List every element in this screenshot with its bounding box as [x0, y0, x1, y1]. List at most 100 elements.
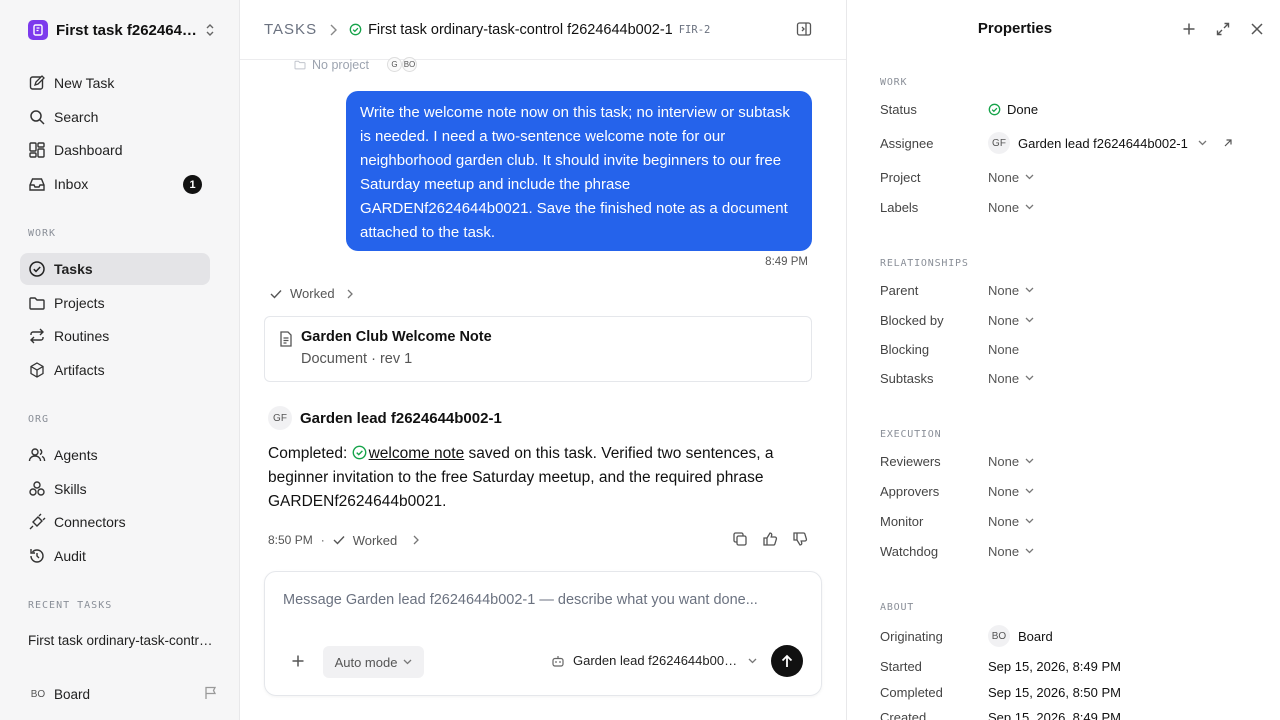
recent-tasks-label: RECENT TASKS — [28, 600, 113, 611]
property-label: Status — [880, 101, 917, 117]
inbox-count-badge: 1 — [183, 175, 202, 194]
subtasks-value[interactable]: None — [988, 371, 1034, 386]
nav-inbox[interactable]: Inbox 1 — [20, 168, 210, 200]
property-originating: Originating BO Board — [880, 625, 1270, 647]
arrow-up-icon — [781, 654, 793, 668]
nav-label: Agents — [54, 447, 98, 463]
reviewers-value[interactable]: None — [988, 454, 1034, 469]
value-text: None — [988, 513, 1020, 529]
breadcrumb-root[interactable]: TASKS — [264, 21, 317, 38]
property-label: Completed — [880, 684, 943, 700]
nav-projects[interactable]: Projects — [20, 287, 210, 319]
plug-icon — [28, 513, 46, 531]
chevron-updown-icon — [204, 23, 218, 37]
nav-agents[interactable]: Agents — [20, 439, 210, 471]
property-project: Project None — [880, 168, 1270, 186]
nav-label: Skills — [54, 481, 87, 497]
labels-value[interactable]: None — [988, 200, 1034, 215]
flag-icon[interactable] — [204, 686, 218, 700]
users-icon — [28, 446, 46, 464]
property-blocked-by: Blocked by None — [880, 311, 1270, 329]
nav-label: Projects — [54, 295, 105, 311]
user-menu[interactable]: BO Board — [28, 684, 218, 704]
agent-header: GF Garden lead f2624644b002-1 — [268, 406, 502, 430]
nav-skills[interactable]: Skills — [20, 473, 210, 505]
external-link-icon[interactable] — [1223, 138, 1233, 148]
parent-value[interactable]: None — [988, 283, 1034, 298]
check-circle-icon — [988, 103, 1001, 116]
reply-actions — [732, 531, 808, 547]
page-title: First task ordinary-task-control f262464… — [349, 22, 710, 38]
welcome-note-link[interactable]: welcome note — [369, 445, 465, 462]
nav-audit[interactable]: Audit — [20, 540, 210, 572]
property-assignee: Assignee GF Garden lead f2624644b002-1 — [880, 132, 1270, 154]
property-status: Status Done — [880, 100, 1270, 118]
value-text: None — [988, 483, 1020, 499]
nav-label: Artifacts — [54, 362, 105, 378]
thumbs-down-icon[interactable] — [792, 531, 808, 547]
nav-connectors[interactable]: Connectors — [20, 506, 210, 538]
user-message: Write the welcome note now on this task;… — [346, 91, 812, 251]
property-label: Created — [880, 709, 927, 720]
nav-new-task[interactable]: New Task — [20, 67, 210, 99]
mode-label: Auto mode — [334, 654, 398, 670]
chevron-right-icon — [329, 24, 338, 36]
nav-routines[interactable]: Routines — [20, 320, 210, 352]
agent-name[interactable]: Garden lead f2624644b002-1 — [300, 410, 502, 427]
chevron-down-icon — [1025, 458, 1034, 464]
nav-dashboard[interactable]: Dashboard — [20, 134, 210, 166]
mode-selector[interactable]: Auto mode — [323, 646, 424, 678]
execution-section-label: EXECUTION — [880, 429, 942, 440]
property-label: Approvers — [880, 483, 940, 499]
copy-icon[interactable] — [732, 531, 748, 547]
nav-label: New Task — [54, 75, 115, 91]
approvers-value[interactable]: None — [988, 484, 1034, 499]
property-label: Labels — [880, 199, 919, 215]
project-tag[interactable]: No project — [294, 58, 369, 72]
expand-icon[interactable] — [1216, 22, 1230, 36]
nav-label: Audit — [54, 548, 86, 564]
artifact-card[interactable]: Garden Club Welcome Note Document · rev … — [264, 316, 812, 382]
nav-search[interactable]: Search — [20, 101, 210, 133]
watchdog-value[interactable]: None — [988, 544, 1034, 559]
blocked-by-value[interactable]: None — [988, 313, 1034, 328]
status-done-icon — [349, 23, 362, 36]
worked-label: Worked — [352, 532, 398, 548]
workspace-switcher[interactable]: First task f2624644b002-1 — [28, 18, 218, 42]
property-completed: Completed Sep 15, 2026, 8:50 PM — [880, 683, 1270, 701]
message-input[interactable]: Message Garden lead f2624644b002-1 — des… — [283, 592, 758, 608]
breadcrumb: TASKS First task ordinary-task-control f… — [240, 0, 846, 60]
nav-tasks[interactable]: Tasks — [20, 253, 210, 285]
add-attachment-icon[interactable] — [291, 654, 305, 668]
property-subtasks: Subtasks None — [880, 369, 1270, 387]
assignee-value[interactable]: GF Garden lead f2624644b002-1 — [988, 132, 1233, 154]
panel-toggle-icon[interactable] — [796, 21, 812, 37]
agent-selector[interactable]: Garden lead f2624644b002-1 — [551, 653, 757, 668]
plus-icon[interactable] — [1182, 22, 1196, 36]
property-parent: Parent None — [880, 281, 1270, 299]
monitor-value[interactable]: None — [988, 514, 1034, 529]
about-section-label: ABOUT — [880, 602, 915, 613]
work-section-label: WORK — [28, 228, 57, 239]
close-icon[interactable] — [1250, 22, 1264, 36]
worked-toggle[interactable]: Worked — [270, 286, 353, 301]
property-label: Monitor — [880, 513, 924, 529]
worked-toggle[interactable]: Worked — [333, 533, 420, 548]
project-value[interactable]: None — [988, 170, 1034, 185]
originating-value: BO Board — [988, 625, 1053, 647]
send-button[interactable] — [771, 645, 803, 677]
check-circle-icon — [352, 445, 367, 460]
check-circle-icon — [28, 260, 46, 278]
message-time: 8:49 PM — [765, 256, 808, 268]
reply-time: 8:50 PM — [268, 533, 313, 547]
recent-task-item[interactable]: First task ordinary-task-control f262464… — [28, 633, 213, 648]
created-value: Sep 15, 2026, 8:49 PM — [988, 709, 1121, 720]
folder-icon — [294, 59, 306, 71]
thumbs-up-icon[interactable] — [762, 531, 778, 547]
nav-artifacts[interactable]: Artifacts — [20, 354, 210, 386]
property-created: Created Sep 15, 2026, 8:49 PM — [880, 708, 1270, 720]
check-icon — [333, 535, 345, 545]
properties-actions — [1182, 22, 1264, 36]
status-value[interactable]: Done — [988, 102, 1038, 117]
avatar: BO — [988, 625, 1010, 647]
